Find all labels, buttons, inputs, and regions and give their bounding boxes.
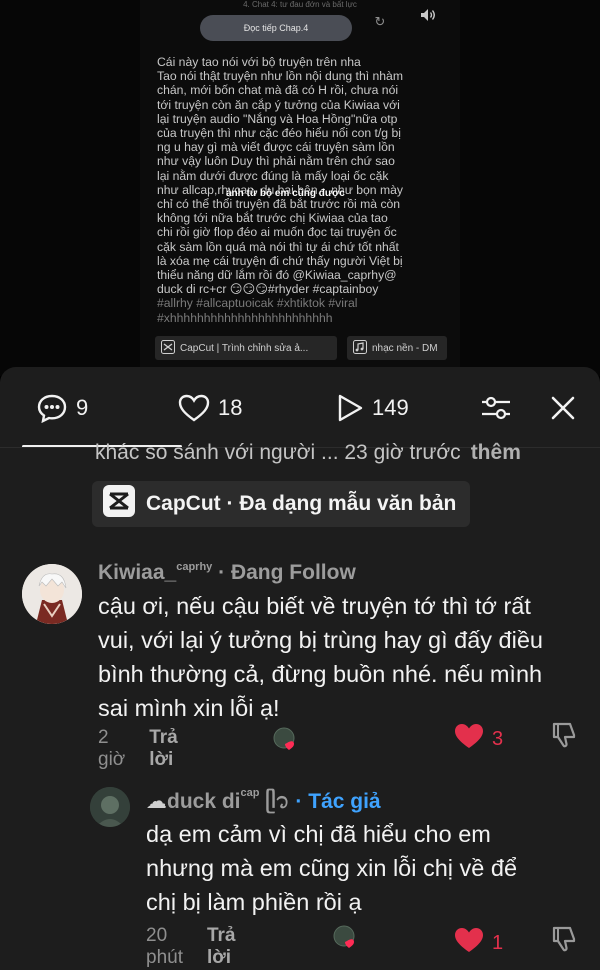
comment-time: 2 giờ [98,727,126,770]
capcut-icon [161,339,175,357]
caption-line: tới truyện còn ăn cắp ý tưởng của Kiwiaa… [157,97,400,112]
comment-time: 20 phút [146,925,183,968]
comment-bubble-icon [36,393,68,423]
share-icon[interactable]: ↻ [372,14,388,30]
capcut-chip-label: CapCut · Đa dạng mẫu văn bản [146,492,457,515]
caption-line: cặk sàm lồn quá mà nói thì tự ái chứ tốt… [157,239,399,254]
comment-line: dạ em cảm vì chị đã hiểu cho em [146,821,491,847]
video-player[interactable]: 4. Chat 4: tư đau đớn và bất lực Đọc tiế… [0,0,600,376]
tab-likes[interactable]: 18 [178,391,242,425]
hashtag-line[interactable]: #xhhhhhhhhhhhhhhhhhhhhhhhh [157,311,452,325]
creator-liked-avatar [332,925,358,949]
likes-count: 18 [218,395,243,420]
like-count: 1 [492,931,504,954]
close-icon [550,395,576,421]
dislike-button[interactable] [550,925,578,953]
caption-line: như vậy luôn Duy thì phải nằm trên chứ s… [157,154,395,169]
caption-line: lại truyện audio "Nắng và Hoa Hồng"nữa o… [157,111,398,126]
filter-button[interactable] [480,391,512,425]
caption-line: thiểu năng dữ lắm rồi đó @Kiwiaa_caprhy@ [157,268,397,283]
music-link[interactable]: nhạc nền - DM [347,336,447,360]
caption-line: lại nằm dưới được đúng là mấy loại ốc cặ… [157,168,389,183]
play-icon [336,393,364,423]
username-superscript: caprhy [176,561,213,573]
comment-line: sai mình xin lỗi ạ! [98,695,280,721]
comment-line: vui, với lại ý tưởng bị trùng hay gì đấy… [98,627,543,653]
comment-body: dạ em cảm vì chị đã hiểu cho em nhưng mà… [146,817,586,919]
caption-line: của truyện thì như cặc đéo hiểu nổi con … [157,126,401,141]
hashtag-line[interactable]: #allrhy #allcaptuoicak #xhtiktok #viral [157,296,452,310]
avatar[interactable] [22,564,82,624]
username-decoration: ᥫ᭡ [259,790,290,813]
author-badge: · Tác giả [289,790,381,813]
music-note-icon [353,339,367,357]
username-superscript: cap [240,787,260,799]
comment-meta: 20 phút Trả lời [146,925,236,969]
video-top-text: 4. Chat 4: tư đau đớn và bất lực [243,0,357,9]
caption-line: Cái này tao nói với bộ truyện trên nha [157,55,361,69]
caption-line: duck di rc+cr 😏😏😏#rhyder #captainboy [157,282,379,297]
previous-comment-body: khác so sánh với người ... 23 giờ trước [95,441,461,464]
caption-line: chi rồi giờ flop đéo ai muốn đọc tại tru… [157,225,397,240]
cloud-icon: ☁ [146,790,167,813]
comment-line: cậu ơi, nếu cậu biết về truyện tớ thì tớ… [98,593,531,619]
tab-views[interactable]: 149 [336,391,409,425]
caption-line: chỉ có thể thổi truyện đã bắt trước rồi … [157,197,401,212]
comment-meta: 2 giờ Trả lời [98,727,178,771]
like-count: 3 [492,727,504,750]
like-button[interactable]: 1 [454,927,503,959]
capcut-link-label: CapCut | Trình chỉnh sửa ả... [180,342,309,354]
close-button[interactable] [550,391,576,425]
capcut-template-link[interactable]: CapCut | Trình chỉnh sửa ả... [155,336,337,360]
volume-icon[interactable] [420,8,440,28]
reply-button[interactable]: Trả lời [207,925,236,969]
thumbs-down-icon [550,926,578,957]
caption-line: không tới nữa bắt trước chị Kiwiaa của t… [157,211,388,226]
sliders-icon [480,393,512,423]
comment-sheet: 9 18 149 khác so sánh với người ... 23 g… [0,367,600,970]
video-overlay-text: ảnh từ bộ em cũng được [226,188,345,199]
caption-line: Tao nói thật truyện như lồn nội dung thì… [157,69,403,84]
heart-filled-icon [454,927,484,959]
comments-count: 9 [76,395,89,420]
comment-toolbar: 9 18 149 [0,367,600,448]
tab-comments[interactable]: 9 [36,391,88,425]
heart-filled-icon [454,723,484,755]
capcut-template-chip[interactable]: CapCut · Đa dạng mẫu văn bản [92,481,471,527]
comment-body: cậu ơi, nếu cậu biết về truyện tớ thì tớ… [98,589,588,725]
avatar[interactable] [90,787,130,827]
following-badge: · Đang Follow [212,561,356,584]
caption-line: là xóa mẹ cái truyện đi chứ thấy người V… [157,253,403,268]
username-text: duck di [167,790,241,813]
views-count: 149 [372,395,409,420]
like-button[interactable]: 3 [454,723,503,755]
capcut-logo-icon [102,484,136,524]
comment-line: chị bị làm phiền rồi ạ [146,889,362,915]
heart-outline-icon [178,394,210,422]
username-text: Kiwiaa_ [98,561,177,584]
caption-line: ng u hay gì mà viết được cái truyện sàm … [157,140,395,155]
see-more-link[interactable]: thêm [471,441,521,464]
previous-comment-text: khác so sánh với người ... 23 giờ trước t… [95,441,575,471]
continue-reading-button[interactable]: Đọc tiếp Chap.4 [200,15,352,41]
dislike-button[interactable] [550,721,578,749]
caption-line: chán, mới bốn chat mà đã có H rồi, chưa … [157,83,399,98]
reply-button[interactable]: Trả lời [149,727,178,771]
music-link-label: nhạc nền - DM [372,342,438,354]
thumbs-down-icon [550,722,578,753]
comment-username[interactable]: Kiwiaa_caprhy · Đang Follow [98,561,356,585]
comment-line: nhưng mà em cũng xin lỗi chị về để [146,855,518,881]
creator-liked-avatar [272,727,298,751]
comment-line: bình thường cả, đừng buồn nhé. nếu mình [98,661,543,687]
